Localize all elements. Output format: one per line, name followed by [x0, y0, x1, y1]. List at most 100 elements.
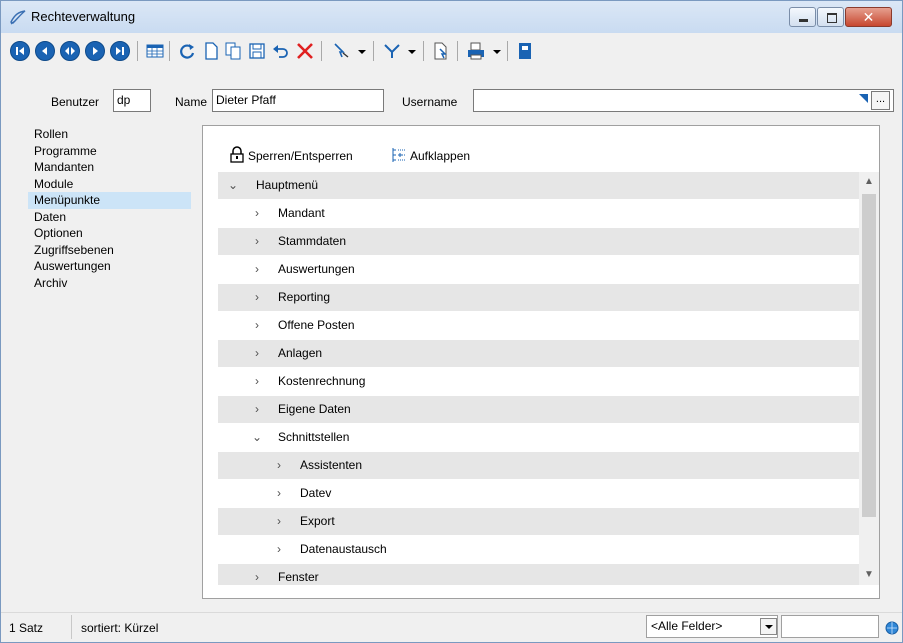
tree-row[interactable]: › Anlagen	[218, 340, 859, 368]
help-book-icon[interactable]	[515, 41, 535, 61]
tree-row[interactable]: › Export	[218, 508, 859, 536]
lock-unlock-button[interactable]: Sperren/Entsperren	[248, 149, 353, 163]
sort-status: sortiert: Kürzel	[81, 621, 159, 635]
grid-view-icon[interactable]	[145, 41, 165, 61]
tree-row-label: Eigene Daten	[278, 402, 351, 416]
scrollbar-thumb[interactable]	[862, 194, 876, 517]
tree-row[interactable]: › Kostenrechnung	[218, 368, 859, 396]
tree-row-label: Fenster	[278, 570, 319, 584]
scroll-up-icon[interactable]: ▲	[859, 172, 879, 192]
tree-row[interactable]: › Datenaustausch	[218, 536, 859, 564]
print-dropdown-icon[interactable]	[493, 50, 501, 54]
rights-category-list: Rollen Programme Mandanten Module Menüpu…	[28, 126, 191, 291]
tree-row[interactable]: › Stammdaten	[218, 228, 859, 256]
maximize-button[interactable]	[817, 7, 844, 27]
save-icon[interactable]	[247, 41, 267, 61]
goto-record-icon[interactable]	[60, 41, 80, 61]
tree-row[interactable]: › Assistenten	[218, 452, 859, 480]
filter-icon[interactable]	[382, 41, 402, 61]
minimize-button[interactable]	[789, 7, 816, 27]
expand-all-button[interactable]: Aufklappen	[410, 149, 470, 163]
tree-row[interactable]: › Fenster	[218, 564, 859, 585]
menu-tree: ⌄ Hauptmenü › Mandant › Stammdaten › Aus…	[218, 172, 859, 585]
tree-row[interactable]: ⌄ Hauptmenü	[218, 172, 859, 200]
tree-scrollbar[interactable]: ▲ ▼	[859, 172, 879, 585]
select-dropdown-icon[interactable]	[358, 50, 366, 54]
print-icon[interactable]	[466, 41, 486, 61]
sidebar-item-module[interactable]: Module	[28, 176, 191, 193]
sidebar-item-archiv[interactable]: Archiv	[28, 275, 191, 292]
toolbar-separator	[423, 41, 424, 61]
tree-row[interactable]: › Mandant	[218, 200, 859, 228]
chevron-right-icon[interactable]: ›	[272, 480, 286, 507]
tree-row[interactable]: ⌄ Schnittstellen	[218, 424, 859, 452]
sidebar-item-mandanten[interactable]: Mandanten	[28, 159, 191, 176]
chevron-right-icon[interactable]: ›	[250, 340, 264, 367]
username-field[interactable]	[473, 89, 894, 112]
chevron-right-icon[interactable]: ›	[250, 256, 264, 283]
name-label: Name	[175, 95, 208, 109]
select-icon[interactable]	[331, 41, 351, 61]
chevron-right-icon[interactable]: ›	[272, 452, 286, 479]
scroll-down-icon[interactable]: ▼	[859, 565, 879, 585]
tree-row-label: Offene Posten	[278, 318, 355, 332]
tree-row-label: Export	[300, 514, 335, 528]
tree-row[interactable]: › Eigene Daten	[218, 396, 859, 424]
sidebar-item-daten[interactable]: Daten	[28, 209, 191, 226]
field-filter-dropdown-icon[interactable]	[760, 618, 777, 635]
chevron-right-icon[interactable]: ›	[250, 228, 264, 255]
globe-icon[interactable]	[883, 619, 899, 635]
prev-record-icon[interactable]	[35, 41, 55, 61]
close-button[interactable]: ✕	[845, 7, 892, 27]
chevron-right-icon[interactable]: ›	[250, 368, 264, 395]
toolbar	[1, 33, 902, 67]
copy-icon[interactable]	[223, 41, 243, 61]
sidebar-item-optionen[interactable]: Optionen	[28, 225, 191, 242]
chevron-right-icon[interactable]: ›	[250, 564, 264, 585]
corner-marker-icon	[859, 94, 868, 103]
export-icon[interactable]	[431, 41, 451, 61]
tree-row[interactable]: › Datev	[218, 480, 859, 508]
field-filter-select[interactable]: <Alle Felder>	[646, 615, 778, 638]
next-record-icon[interactable]	[85, 41, 105, 61]
sidebar-item-rollen[interactable]: Rollen	[28, 126, 191, 143]
benutzer-field[interactable]: dp	[113, 89, 151, 112]
tree-row[interactable]: › Offene Posten	[218, 312, 859, 340]
chevron-right-icon[interactable]: ›	[250, 200, 264, 227]
close-icon: ✕	[862, 9, 875, 25]
sidebar-item-auswertungen[interactable]: Auswertungen	[28, 258, 191, 275]
filter-dropdown-icon[interactable]	[408, 50, 416, 54]
chevron-right-icon[interactable]: ›	[272, 536, 286, 563]
chevron-right-icon[interactable]: ›	[250, 284, 264, 311]
sidebar-item-programme[interactable]: Programme	[28, 143, 191, 160]
chevron-down-icon[interactable]: ⌄	[250, 424, 264, 451]
chevron-down-icon[interactable]: ⌄	[226, 172, 240, 199]
expand-tree-icon	[392, 148, 405, 162]
last-record-icon[interactable]	[110, 41, 130, 61]
tree-row-label: Hauptmenü	[256, 178, 319, 192]
toolbar-separator	[457, 41, 458, 61]
username-browse-button[interactable]: ...	[871, 91, 890, 110]
username-browse-label: ...	[875, 93, 886, 105]
sidebar-item-menuepunkte[interactable]: Menüpunkte	[28, 192, 191, 209]
chevron-right-icon[interactable]: ›	[250, 312, 264, 339]
lock-icon	[230, 146, 244, 163]
toolbar-separator	[321, 41, 322, 61]
delete-icon[interactable]	[295, 41, 315, 61]
undo-icon[interactable]	[271, 41, 291, 61]
name-field[interactable]: Dieter Pfaff	[212, 89, 384, 112]
tree-row-label: Stammdaten	[278, 234, 347, 248]
chevron-right-icon[interactable]: ›	[250, 396, 264, 423]
tree-row-label: Kostenrechnung	[278, 374, 366, 388]
refresh-icon[interactable]	[177, 41, 197, 61]
status-separator	[71, 615, 72, 639]
tree-row[interactable]: › Auswertungen	[218, 256, 859, 284]
sidebar-item-zugriffsebenen[interactable]: Zugriffsebenen	[28, 242, 191, 259]
first-record-icon[interactable]	[10, 41, 30, 61]
tree-row[interactable]: › Reporting	[218, 284, 859, 312]
chevron-right-icon[interactable]: ›	[272, 508, 286, 535]
new-icon[interactable]	[201, 41, 221, 61]
app-window: Rechteverwaltung ✕ Benutzer dp Name Diet…	[0, 0, 903, 643]
pen-app-icon	[10, 10, 26, 25]
search-input[interactable]	[781, 615, 879, 638]
